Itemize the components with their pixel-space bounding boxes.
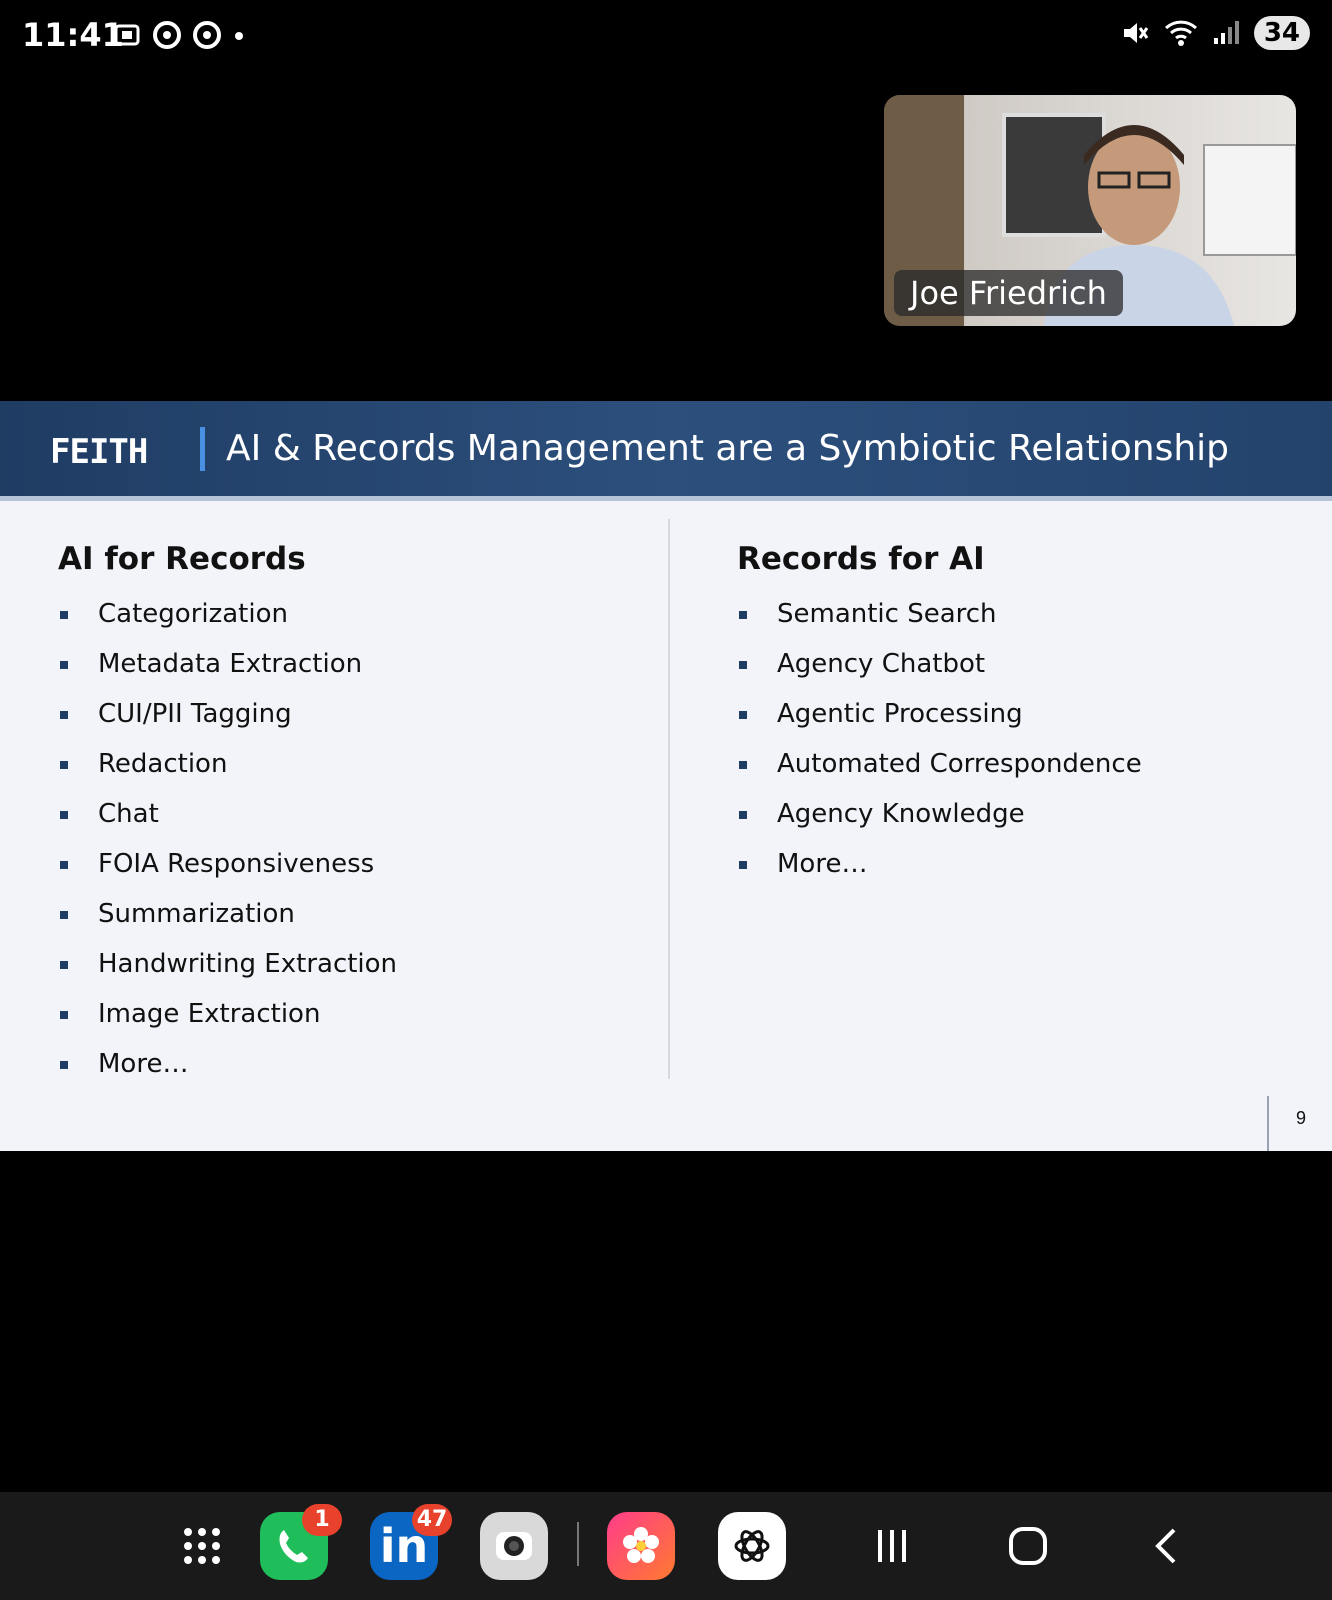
page-number-divider [1267,1096,1269,1151]
list-item: Categorization [58,589,397,639]
camera-icon [496,1532,532,1560]
right-column-heading: Records for AI [737,541,985,577]
list-item: Chat [58,789,397,839]
column-divider [668,519,670,1079]
home-button[interactable] [1004,1522,1052,1570]
recent-apps-button[interactable] [868,1522,916,1570]
back-icon [1155,1528,1176,1564]
chrome-icon [153,21,181,49]
back-button[interactable] [1142,1522,1190,1570]
list-item: Automated Correspondence [737,739,1142,789]
slide-page-number: 9 [1296,1108,1307,1128]
feith-logo: FEITH [50,433,148,467]
dot-icon [235,32,243,40]
notification-icons [112,20,246,50]
list-item: Agency Chatbot [737,639,1142,689]
left-column: AI for Records Categorization Metadata E… [58,541,397,1089]
screenshot-icon [114,24,140,46]
header-divider [200,427,205,471]
flower-icon [623,1527,659,1563]
battery-indicator: 34 [1253,16,1310,50]
participant-video-tile[interactable]: Joe Friedrich [884,95,1296,326]
app-drawer-button[interactable] [168,1512,236,1580]
left-bullet-list: Categorization Metadata Extraction CUI/P… [58,589,397,1089]
list-item: More… [58,1039,397,1089]
right-bullet-list: Semantic Search Agency Chatbot Agentic P… [737,589,1142,889]
participant-name-label: Joe Friedrich [894,270,1123,316]
linkedin-app-button[interactable]: in 47 [370,1504,452,1580]
list-item: Metadata Extraction [58,639,397,689]
dock-separator [577,1522,579,1566]
right-column: Records for AI Semantic Search Agency Ch… [737,541,1142,889]
taskbar: 1 in 47 [0,1492,1332,1600]
list-item: Redaction [58,739,397,789]
wifi-icon [1164,20,1197,46]
list-item: Agentic Processing [737,689,1142,739]
status-bar: 11:41 34 [0,0,1332,76]
signal-icon [1213,21,1239,44]
list-item: Image Extraction [58,989,397,1039]
left-column-heading: AI for Records [58,541,306,577]
list-item: More… [737,839,1142,889]
camera-app-button[interactable] [480,1512,548,1580]
slide-title: AI & Records Management are a Symbiotic … [226,428,1229,469]
home-icon [1009,1527,1047,1565]
presentation-slide: FEITH AI & Records Management are a Symb… [0,401,1332,1151]
app-grid-icon [184,1528,220,1564]
slide-header: FEITH AI & Records Management are a Symb… [0,401,1332,501]
system-status-icons: 34 [1120,16,1310,50]
chatgpt-app-button[interactable] [718,1512,786,1580]
mute-icon [1123,23,1149,43]
notification-badge: 1 [302,1504,342,1536]
list-item: Summarization [58,889,397,939]
list-item: CUI/PII Tagging [58,689,397,739]
svg-text:FEITH: FEITH [50,433,147,467]
list-item: FOIA Responsiveness [58,839,397,889]
chrome-icon [193,21,221,49]
gallery-app-button[interactable] [607,1512,675,1580]
list-item: Semantic Search [737,589,1142,639]
phone-app-button[interactable]: 1 [260,1504,342,1580]
notification-badge: 47 [412,1504,452,1536]
clock: 11:41 [22,16,124,54]
recents-icon [878,1530,906,1562]
chatgpt-icon [734,1530,770,1562]
list-item: Handwriting Extraction [58,939,397,989]
list-item: Agency Knowledge [737,789,1142,839]
